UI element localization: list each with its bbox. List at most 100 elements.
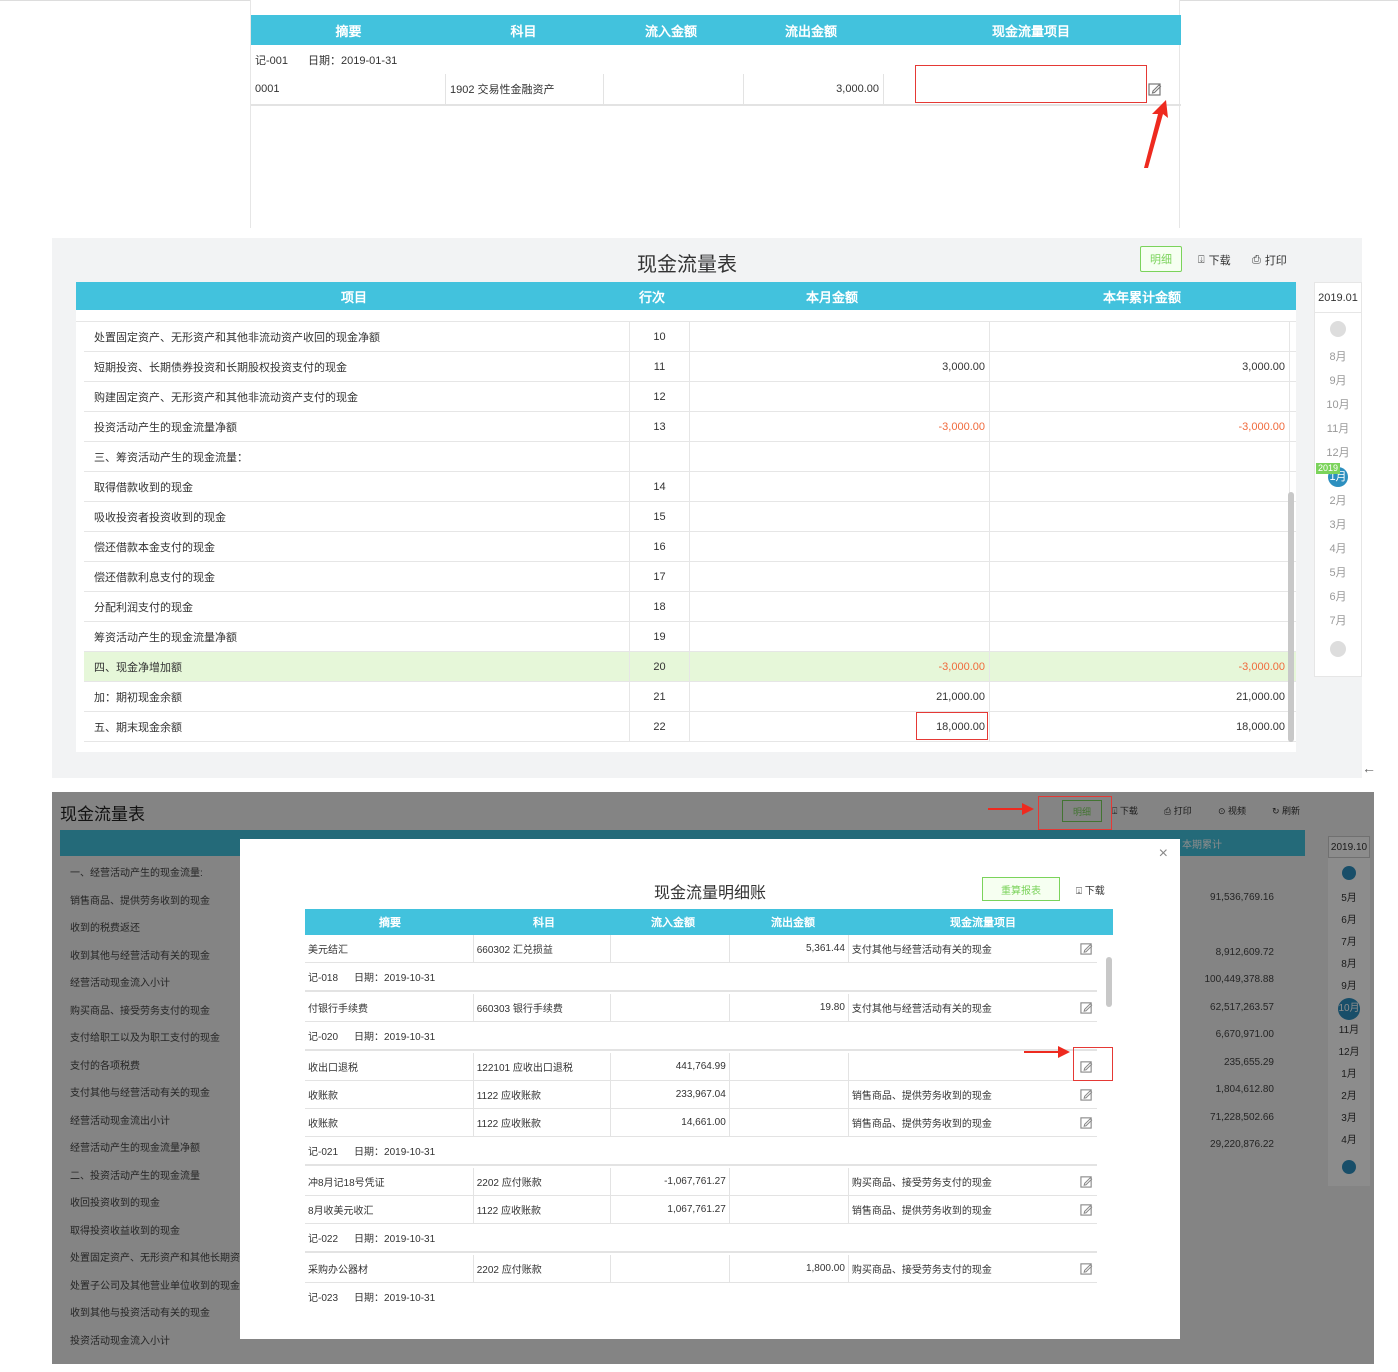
row-year-amount: 3,000.00 xyxy=(990,352,1290,381)
row-cashflow-item[interactable]: 支付其他与经营活动有关的现金 xyxy=(849,935,1075,962)
edit-cell[interactable] xyxy=(1075,1109,1097,1136)
edit-icon[interactable] xyxy=(1079,1001,1093,1014)
row-line: 18 xyxy=(630,592,690,621)
voucher-line: 记-021 日期：2019-10-31 xyxy=(305,1137,1097,1166)
month-item[interactable]: 12月 xyxy=(1315,441,1361,465)
edit-icon[interactable] xyxy=(1079,1262,1093,1275)
month-item[interactable]: 5月 xyxy=(1315,561,1361,585)
row-month-amount xyxy=(690,622,990,651)
voucher-detail-panel: 摘要 科目 流入金额 流出金额 现金流量项目 记-001 日期：2019-01-… xyxy=(250,0,1181,228)
month-item[interactable]: 1月 2019 xyxy=(1315,463,1361,489)
row-outflow xyxy=(730,1109,849,1136)
month-item[interactable]: 4月 xyxy=(1315,537,1361,561)
row-year-amount xyxy=(990,562,1290,591)
month-item[interactable]: 8月 xyxy=(1315,345,1361,369)
voucher-number: 记-001 xyxy=(255,55,289,67)
month-item[interactable]: 6月 xyxy=(1315,585,1361,609)
month-item[interactable]: 3月 xyxy=(1315,513,1361,537)
download-button[interactable]: ⍗ 下载 xyxy=(1198,252,1231,268)
detail-row: 收出口退税 122101 应收出口退税 441,764.99 xyxy=(305,1053,1097,1081)
col-account: 科目 xyxy=(510,23,537,39)
row-inflow: 1,067,761.27 xyxy=(611,1196,730,1223)
month-item[interactable]: 7月 xyxy=(1315,609,1361,633)
voucher-date: 日期：2019-10-31 xyxy=(354,1147,436,1158)
row-cashflow-item[interactable]: 销售商品、提供劳务收到的现金 xyxy=(849,1109,1075,1136)
detail-row: 采购办公器材 2202 应付账款 1,800.00 购买商品、接受劳务支付的现金 xyxy=(305,1255,1097,1283)
edit-cell[interactable] xyxy=(1075,1168,1097,1195)
row-inflow: 14,661.00 xyxy=(611,1109,730,1136)
row-year-amount xyxy=(990,442,1290,471)
detail-row: 收账款 1122 应收账款 14,661.00 销售商品、提供劳务收到的现金 xyxy=(305,1109,1097,1137)
row-item: 吸收投资者投资收到的现金 xyxy=(84,502,630,531)
edit-cell[interactable] xyxy=(1075,1196,1097,1223)
row-summary: 0001 xyxy=(251,74,446,104)
detail-table-body: 美元结汇 660302 汇兑损益 5,361.44 支付其他与经营活动有关的现金 记-0… xyxy=(305,935,1097,1309)
page-title: 现金流量表 xyxy=(637,254,737,276)
row-year-amount: 21,000.00 xyxy=(990,682,1290,711)
chevron-down-icon[interactable] xyxy=(1330,641,1346,657)
modal-download-button[interactable]: ⍗ 下载 xyxy=(1076,882,1105,897)
close-icon[interactable]: × xyxy=(1159,845,1168,863)
month-item[interactable]: 11月 xyxy=(1315,417,1361,441)
edit-cell[interactable] xyxy=(1075,994,1097,1021)
voucher-number: 记-020 xyxy=(308,1032,339,1043)
partial-row xyxy=(76,310,1296,322)
row-line: 12 xyxy=(630,382,690,411)
month-item[interactable]: 2月 xyxy=(1315,489,1361,513)
row-month-amount xyxy=(690,442,990,471)
row-item: 分配利润支付的现金 xyxy=(84,592,630,621)
month-item[interactable]: 9月 xyxy=(1315,369,1361,393)
row-month-amount: 21,000.00 xyxy=(690,682,990,711)
row-item: 三、筹资活动产生的现金流量： xyxy=(84,442,630,471)
detail-button[interactable]: 明细 xyxy=(1140,246,1182,272)
row-inflow xyxy=(611,1255,730,1282)
row-item: 偿还借款本金支付的现金 xyxy=(84,532,630,561)
table-row: 处置固定资产、无形资产和其他非流动资产收回的现金净额 10 xyxy=(84,322,1296,352)
row-account: 660303 银行手续费 xyxy=(474,994,611,1021)
edit-icon[interactable] xyxy=(1079,1088,1093,1101)
table-row: 加：期初现金余额 21 21,000.00 21,000.00 xyxy=(84,682,1296,712)
edit-cell[interactable] xyxy=(1075,1255,1097,1282)
row-summary: 付银行手续费 xyxy=(305,994,474,1021)
col-outflow: 流出金额 xyxy=(784,23,837,39)
scrollbar[interactable] xyxy=(1288,492,1294,742)
row-outflow xyxy=(730,1196,849,1223)
row-cashflow-item[interactable]: 销售商品、提供劳务收到的现金 xyxy=(849,1196,1075,1223)
back-arrow-icon[interactable]: ← xyxy=(1362,760,1376,776)
voucher-line: 记-020 日期：2019-10-31 xyxy=(305,1022,1097,1051)
chevron-up-icon[interactable] xyxy=(1330,321,1346,337)
table-row: 分配利润支付的现金 18 xyxy=(84,592,1296,622)
row-cashflow-item[interactable]: 销售商品、提供劳务收到的现金 xyxy=(849,1081,1075,1108)
detail-table: 摘要 科目 流入金额 流出金额 现金流量项目 美元结汇 660302 汇兑损益 5,… xyxy=(305,909,1113,1309)
row-line: 14 xyxy=(630,472,690,501)
row-line: 17 xyxy=(630,562,690,591)
edit-icon[interactable] xyxy=(1079,942,1093,955)
voucher-number: 记-018 xyxy=(308,973,339,984)
month-item[interactable]: 10月 xyxy=(1315,393,1361,417)
row-cashflow-item[interactable]: 支付其他与经营活动有关的现金 xyxy=(849,994,1075,1021)
edit-cell[interactable] xyxy=(1075,1081,1097,1108)
table-row: 偿还借款本金支付的现金 16 xyxy=(84,532,1296,562)
row-cashflow-item[interactable]: 购买商品、接受劳务支付的现金 xyxy=(849,1168,1075,1195)
voucher-date: 日期：2019-01-31 xyxy=(308,55,398,67)
row-inflow: -1,067,761.27 xyxy=(611,1168,730,1195)
edit-cell[interactable] xyxy=(1075,935,1097,962)
row-cashflow-item[interactable]: 购买商品、接受劳务支付的现金 xyxy=(849,1255,1075,1282)
recalc-button[interactable]: 重算报表 xyxy=(982,877,1060,901)
row-month-amount: -3,000.00 xyxy=(690,652,990,681)
row-year-amount xyxy=(990,592,1290,621)
edit-icon[interactable] xyxy=(1079,1175,1093,1188)
row-inflow xyxy=(604,74,744,104)
modal-scrollbar[interactable] xyxy=(1106,957,1112,1007)
print-button[interactable]: ⎙ 打印 xyxy=(1252,252,1287,268)
row-summary: 8月收美元收汇 xyxy=(305,1196,474,1223)
col-year-amount: 本年累计金额 xyxy=(1102,289,1181,305)
detail-table-header: 摘要 科目 流入金额 流出金额 现金流量项目 xyxy=(305,909,1113,935)
voucher-date: 日期：2019-10-31 xyxy=(354,1293,436,1304)
detail-row: 收账款 1122 应收账款 233,967.04 销售商品、提供劳务收到的现金 xyxy=(305,1081,1097,1109)
row-item: 筹资活动产生的现金流量净额 xyxy=(84,622,630,651)
edit-icon[interactable] xyxy=(1079,1116,1093,1129)
row-year-amount xyxy=(990,322,1290,351)
row-line: 22 xyxy=(630,712,690,741)
edit-icon[interactable] xyxy=(1079,1203,1093,1216)
